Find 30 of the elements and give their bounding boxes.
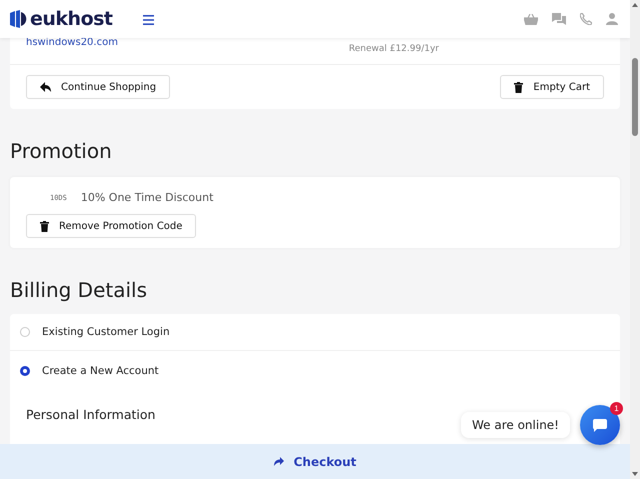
forward-arrow-icon — [274, 457, 284, 466]
renewal-price: Renewal £12.99/1yr — [348, 44, 439, 54]
scroll-up-icon[interactable] — [632, 3, 638, 7]
chat-bubble-icon — [593, 418, 607, 432]
logo-text[interactable]: eukhost — [30, 8, 113, 30]
subsection-heading: Personal Information — [26, 407, 156, 422]
logo-icon — [10, 10, 27, 28]
section-heading: Promotion — [10, 139, 113, 163]
scrollbar-thumb[interactable] — [632, 58, 638, 136]
scroll-down-icon[interactable] — [632, 472, 638, 476]
promo-description: 10% One Time Discount — [80, 191, 214, 204]
trash-icon — [40, 220, 49, 232]
option-label[interactable]: Existing Customer Login — [42, 326, 170, 338]
remove-promotion-button[interactable]: Remove Promotion Code — [26, 214, 196, 238]
basket-icon[interactable] — [524, 14, 538, 24]
reply-arrow-icon — [40, 82, 51, 92]
chat-message: We are online! — [461, 412, 570, 438]
phone-icon[interactable] — [580, 13, 592, 25]
menu-icon[interactable] — [142, 14, 154, 24]
radio-button[interactable] — [20, 366, 30, 376]
user-icon[interactable] — [606, 13, 618, 25]
option-label[interactable]: Create a New Account — [42, 365, 159, 377]
trash-icon — [514, 82, 524, 92]
domain-link[interactable]: hswindows20.com — [26, 37, 118, 48]
continue-shopping-button[interactable]: Continue Shopping — [26, 75, 170, 99]
section-heading: Billing Details — [10, 278, 148, 302]
chat-icon[interactable] — [552, 13, 566, 25]
notification-badge: 1 — [610, 402, 623, 415]
empty-cart-button[interactable]: Empty Cart — [500, 75, 604, 99]
checkout-button[interactable]: Checkout — [274, 454, 356, 468]
